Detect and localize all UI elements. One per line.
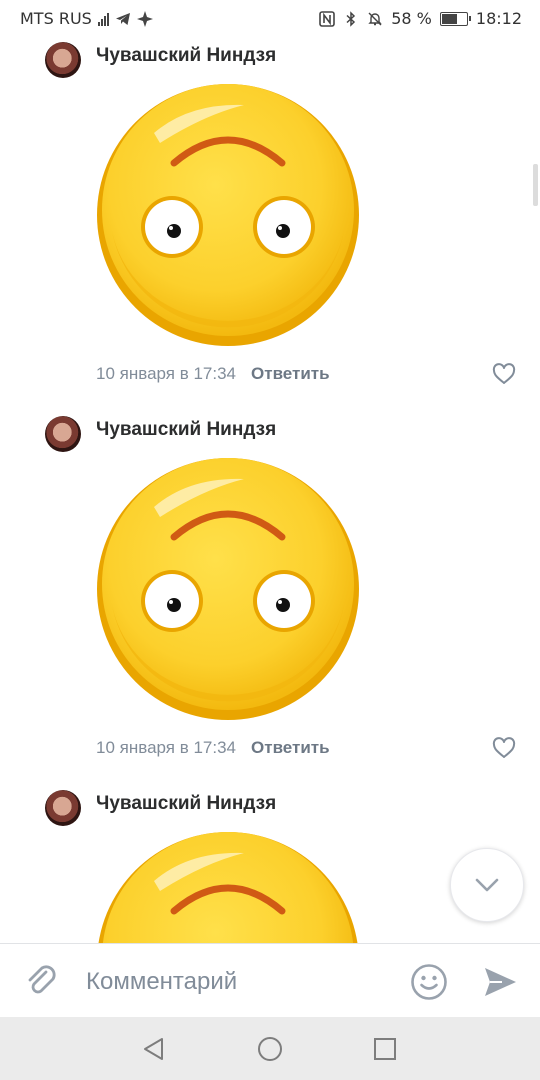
comment-author[interactable]: Чувашский Ниндзя <box>96 793 276 815</box>
back-triangle-icon[interactable] <box>140 1035 168 1063</box>
battery-icon <box>439 11 471 26</box>
home-circle-icon[interactable] <box>256 1035 284 1063</box>
carrier-label: MTS RUS <box>20 9 92 28</box>
comment-date: 10 января в 17:34 <box>96 738 237 757</box>
telegram-icon <box>115 12 130 25</box>
comment-meta: 10 января в 17:34 Ответить <box>96 364 330 384</box>
avatar[interactable] <box>45 416 81 452</box>
mute-icon <box>368 12 382 25</box>
bluetooth-icon <box>346 10 356 27</box>
avatar[interactable] <box>45 790 81 826</box>
emoji-smile-icon[interactable] <box>410 963 448 1001</box>
system-nav-bar <box>0 1017 540 1080</box>
battery-percent: 58 % <box>391 9 432 28</box>
recents-square-icon[interactable] <box>371 1035 399 1063</box>
comment-author[interactable]: Чувашский Ниндзя <box>96 45 276 67</box>
comment-composer <box>0 943 540 1018</box>
reply-button[interactable]: Ответить <box>251 364 330 383</box>
clock: 18:12 <box>475 9 522 28</box>
send-icon[interactable] <box>482 964 518 1000</box>
signal-icon <box>97 12 109 26</box>
comment-date: 10 января в 17:34 <box>96 364 237 383</box>
comment-meta: 10 января в 17:34 Ответить <box>96 738 330 758</box>
reply-button[interactable]: Ответить <box>251 738 330 757</box>
upside-down-face-sticker[interactable] <box>94 455 362 723</box>
comment-input[interactable] <box>86 965 386 999</box>
avatar[interactable] <box>45 42 81 78</box>
scroll-down-button[interactable] <box>450 848 524 922</box>
like-heart-icon[interactable] <box>492 737 516 759</box>
scroll-indicator[interactable] <box>533 164 538 206</box>
chevron-down-icon <box>475 878 499 892</box>
like-heart-icon[interactable] <box>492 363 516 385</box>
status-bar: MTS RUS 58 % 18:12 <box>0 0 540 36</box>
upside-down-face-sticker[interactable] <box>94 829 362 943</box>
upside-down-face-sticker[interactable] <box>94 81 362 349</box>
nfc-icon <box>319 10 336 27</box>
comment-author[interactable]: Чувашский Ниндзя <box>96 419 276 441</box>
attach-paperclip-icon[interactable] <box>24 963 60 999</box>
sparkle-icon <box>136 10 153 27</box>
